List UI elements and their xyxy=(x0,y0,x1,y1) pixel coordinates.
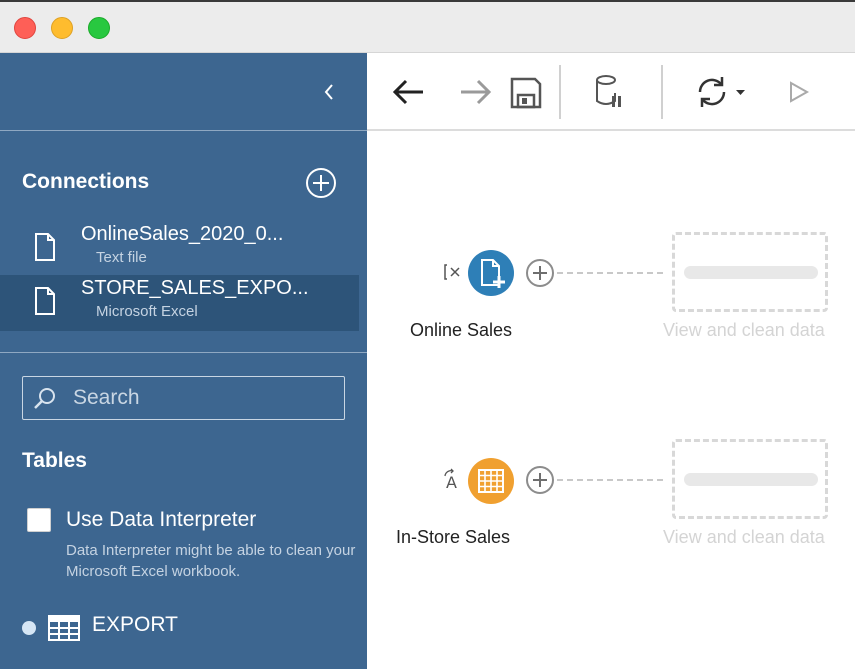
refresh-icon xyxy=(698,77,745,107)
maximize-window-button[interactable] xyxy=(88,17,110,39)
flow-canvas[interactable]: Online Sales View and clean data A In-St… xyxy=(367,131,855,669)
minimize-window-button[interactable] xyxy=(51,17,73,39)
forward-button[interactable] xyxy=(457,73,493,116)
connection-name: STORE_SALES_EXPO... xyxy=(81,277,309,299)
text-file-icon xyxy=(35,287,55,315)
remove-input-button[interactable] xyxy=(443,262,463,287)
online-sales-node-label: Online Sales xyxy=(410,320,513,340)
view-clean-data-label: View and clean data xyxy=(663,320,825,340)
remove-field-icon xyxy=(444,264,460,280)
connections-sidebar: Connections OnlineSales_2020_0... Text f… xyxy=(0,53,367,669)
rename-field-icon: A xyxy=(444,468,457,492)
in-store-sales-node-label: In-Store Sales xyxy=(396,527,511,547)
data-interpreter-label[interactable]: Use Data Interpreter xyxy=(66,508,256,532)
back-button[interactable] xyxy=(391,73,427,116)
save-icon xyxy=(510,77,542,109)
table-name: EXPORT xyxy=(92,613,178,636)
placeholder-bar xyxy=(684,266,818,279)
add-step-button[interactable] xyxy=(526,466,554,494)
search-input[interactable] xyxy=(71,383,336,413)
online-sales-input-node[interactable] xyxy=(468,250,514,296)
pause-data-updates-icon xyxy=(596,75,621,107)
pause-data-updates-button[interactable] xyxy=(593,73,625,116)
flow-connector xyxy=(557,272,663,274)
sidebar-divider xyxy=(0,130,367,131)
table-item-export[interactable]: EXPORT xyxy=(0,610,367,646)
table-icon xyxy=(478,469,504,493)
text-file-icon xyxy=(35,233,55,261)
add-connection-button[interactable] xyxy=(305,167,337,199)
back-icon xyxy=(392,79,423,105)
connection-item-online-sales[interactable]: OnlineSales_2020_0... Text file xyxy=(0,221,359,277)
view-clean-data-label: View and clean data xyxy=(663,527,825,547)
connections-title: Connections xyxy=(22,170,150,193)
table-icon xyxy=(48,615,80,641)
clean-step-placeholder[interactable] xyxy=(672,439,828,519)
collapse-sidebar-button[interactable] xyxy=(318,79,340,105)
window-titlebar xyxy=(0,0,855,53)
placeholder-bar xyxy=(684,473,818,486)
run-flow-icon xyxy=(790,81,810,103)
forward-icon xyxy=(461,79,492,105)
table-status-dot xyxy=(22,621,36,635)
toolbar-divider xyxy=(559,65,561,119)
plus-circle-icon xyxy=(306,168,336,198)
in-store-sales-input-node[interactable] xyxy=(468,458,514,504)
rename-field-button[interactable]: A xyxy=(442,468,464,497)
flow-toolbar xyxy=(367,53,855,131)
connection-type: Text file xyxy=(96,249,147,266)
table-search-box[interactable] xyxy=(22,376,345,420)
connection-type: Microsoft Excel xyxy=(96,303,198,320)
close-window-button[interactable] xyxy=(14,17,36,39)
connection-item-store-sales[interactable]: STORE_SALES_EXPO... Microsoft Excel xyxy=(0,275,359,331)
plus-icon xyxy=(533,266,547,280)
tables-title: Tables xyxy=(22,449,87,472)
connection-name: OnlineSales_2020_0... xyxy=(81,223,284,245)
chevron-left-icon xyxy=(324,84,333,100)
refresh-button[interactable] xyxy=(693,73,749,116)
flow-connector xyxy=(557,479,663,481)
data-interpreter-checkbox[interactable] xyxy=(27,508,51,532)
add-step-button[interactable] xyxy=(526,259,554,287)
data-interpreter-help: Data Interpreter might be able to clean … xyxy=(66,542,356,580)
search-icon xyxy=(34,388,55,409)
run-flow-button[interactable] xyxy=(785,73,813,116)
svg-text:A: A xyxy=(446,473,457,492)
toolbar-divider xyxy=(661,65,663,119)
add-file-icon xyxy=(481,259,505,288)
save-button[interactable] xyxy=(508,73,544,116)
clean-step-placeholder[interactable] xyxy=(672,232,828,312)
plus-icon xyxy=(533,473,547,487)
sidebar-divider xyxy=(0,352,367,353)
